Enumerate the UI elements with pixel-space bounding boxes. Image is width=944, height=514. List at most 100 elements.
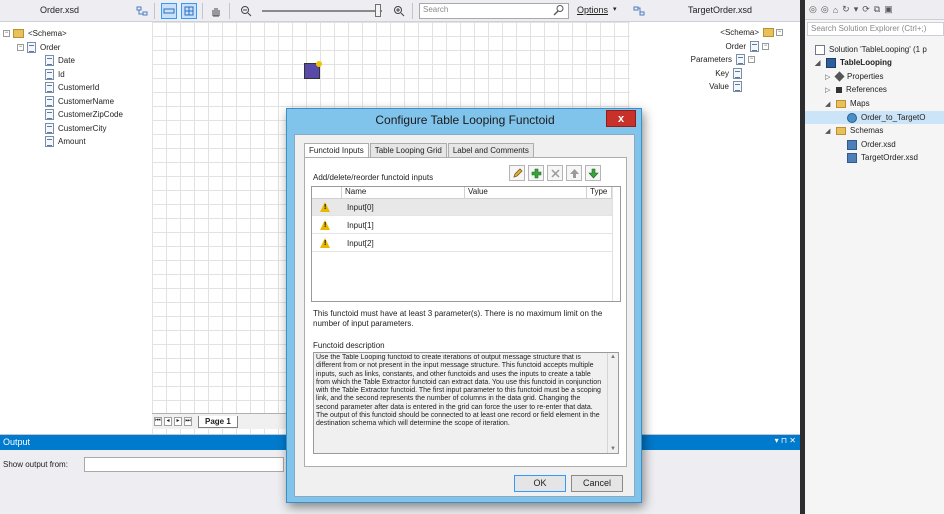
field-icon <box>45 95 54 107</box>
grid-link-icon[interactable] <box>161 3 177 19</box>
collapsed-arrow-icon[interactable]: ▷ <box>825 86 833 94</box>
input-name: Input[1] <box>347 221 374 230</box>
toolbar-separator <box>412 3 413 19</box>
grid-view-icon[interactable] <box>181 3 197 19</box>
table-row[interactable]: Input[2] <box>312 235 612 252</box>
record-icon <box>750 41 759 52</box>
schema-file-icon <box>847 139 857 150</box>
tree-node-label: Order <box>40 42 61 52</box>
collapsed-arrow-icon[interactable]: ▷ <box>825 73 833 81</box>
zoom-slider-thumb[interactable] <box>375 4 381 17</box>
schema-file-node[interactable]: TargetOrder.xsd <box>847 151 918 164</box>
tab-functoid-inputs[interactable]: Functoid Inputs <box>304 143 369 158</box>
tree-node-field[interactable]: CustomerCity <box>45 121 106 135</box>
properties-node[interactable]: ▷ Properties <box>825 70 883 83</box>
collapse-icon[interactable]: − <box>17 43 24 51</box>
first-page-icon[interactable]: ⏮ <box>154 417 162 426</box>
record-icon <box>27 41 36 53</box>
tab-table-looping-grid[interactable]: Table Looping Grid <box>369 143 447 157</box>
solution-node[interactable]: Solution 'TableLooping' (1 p <box>815 43 927 56</box>
page-tab[interactable]: Page 1 <box>198 415 238 428</box>
table-header-name: Name <box>342 187 465 199</box>
map-file-node[interactable]: Order_to_TargetO <box>847 111 925 124</box>
home-icon[interactable]: ⌂ <box>833 5 838 15</box>
options-menu[interactable]: Options <box>577 5 608 15</box>
show-output-select[interactable] <box>84 457 284 472</box>
solution-search-input[interactable]: Search Solution Explorer (Ctrl+;) <box>807 22 944 36</box>
folder-icon <box>836 126 846 135</box>
dropdown-icon[interactable]: ▾ <box>854 4 859 15</box>
prev-page-icon[interactable]: ◂ <box>164 417 172 426</box>
zoom-slider[interactable] <box>262 10 382 12</box>
back-icon[interactable]: ◎ <box>809 4 817 15</box>
tree-node-field[interactable]: CustomerName <box>45 94 114 108</box>
last-page-icon[interactable]: ⏭ <box>184 417 192 426</box>
pan-hand-icon[interactable] <box>208 3 224 19</box>
folder-icon <box>763 28 774 37</box>
dialog-body: Functoid Inputs Table Looping Grid Label… <box>294 134 635 497</box>
dialog-tabs: Functoid Inputs Table Looping Grid Label… <box>304 143 535 158</box>
schemas-folder-node[interactable]: ◢ Schemas <box>825 124 883 137</box>
collapse-icon[interactable]: − <box>776 29 783 36</box>
target-node-order[interactable]: Order − <box>726 40 772 53</box>
close-button[interactable]: x <box>606 110 636 127</box>
table-row[interactable]: Input[0] <box>312 199 612 216</box>
table-looping-functoid-icon[interactable] <box>304 61 322 79</box>
expanded-arrow-icon[interactable]: ◢ <box>815 59 823 67</box>
collapse-icon[interactable]: − <box>748 56 755 63</box>
description-scrollbar[interactable] <box>607 353 618 453</box>
edit-pencil-icon[interactable] <box>509 165 525 181</box>
link-mode-icon[interactable] <box>134 3 150 19</box>
sync-icon[interactable]: ↻ <box>842 4 850 15</box>
tree-node-field[interactable]: Amount <box>45 134 86 148</box>
search-icon[interactable] <box>553 4 565 18</box>
expanded-arrow-icon[interactable]: ◢ <box>825 127 833 135</box>
field-icon <box>45 68 54 80</box>
target-node-parameters[interactable]: Parameters − <box>691 53 758 66</box>
refresh-icon[interactable]: ⟳ <box>862 4 870 15</box>
output-window-controls[interactable]: ▾ ⊓ ✕ <box>775 436 796 445</box>
target-node-schema[interactable]: <Schema> − <box>720 26 786 39</box>
input-edit-toolbar <box>509 165 601 181</box>
tab-label-and-comments[interactable]: Label and Comments <box>447 143 534 157</box>
table-row[interactable]: Input[1] <box>312 217 612 234</box>
tree-node-label: <Schema> <box>28 28 67 38</box>
delete-input-icon[interactable] <box>547 165 563 181</box>
forward-icon[interactable]: ◎ <box>821 4 829 15</box>
tree-node-field[interactable]: CustomerId <box>45 80 99 94</box>
move-down-icon[interactable] <box>585 165 601 181</box>
next-page-icon[interactable]: ▸ <box>174 417 182 426</box>
cancel-button[interactable]: Cancel <box>571 475 623 492</box>
tree-node-label: References <box>846 85 887 94</box>
add-input-icon[interactable] <box>528 165 544 181</box>
zoom-out-icon[interactable] <box>238 3 254 19</box>
collapse-all-icon[interactable]: ⧉ <box>874 4 880 15</box>
target-schema-title: TargetOrder.xsd <box>688 5 753 15</box>
tree-node-field[interactable]: Date <box>45 53 75 67</box>
tree-node-field[interactable]: Id <box>45 67 65 81</box>
search-input[interactable]: Search <box>419 3 569 19</box>
zoom-in-icon[interactable] <box>391 3 407 19</box>
target-node-value[interactable]: Value <box>709 80 742 93</box>
references-node[interactable]: ▷ References <box>825 83 887 96</box>
field-icon <box>45 108 54 120</box>
target-link-icon[interactable] <box>631 3 647 19</box>
expanded-arrow-icon[interactable]: ◢ <box>825 100 833 108</box>
tree-node-label: Order <box>725 42 746 51</box>
tree-node-label: CustomerZipCode <box>58 109 123 119</box>
field-icon <box>45 81 54 93</box>
collapse-icon[interactable]: − <box>3 29 10 37</box>
schema-file-node[interactable]: Order.xsd <box>847 138 896 151</box>
project-node[interactable]: ◢ TableLooping <box>815 56 892 69</box>
tree-node-field[interactable]: CustomerZipCode <box>45 107 123 121</box>
collapse-icon[interactable]: − <box>762 43 769 50</box>
ok-button[interactable]: OK <box>514 475 566 492</box>
tree-node-schema[interactable]: − <Schema> <box>3 26 67 40</box>
properties-icon[interactable]: ▣ <box>884 4 893 15</box>
options-chevron-down-icon[interactable]: ▾ <box>613 5 617 13</box>
description-text: Use the Table Looping functoid to create… <box>316 354 602 428</box>
tree-node-order[interactable]: − Order <box>17 40 60 54</box>
maps-folder-node[interactable]: ◢ Maps <box>825 97 870 110</box>
target-node-key[interactable]: Key <box>715 67 742 80</box>
move-up-icon[interactable] <box>566 165 582 181</box>
